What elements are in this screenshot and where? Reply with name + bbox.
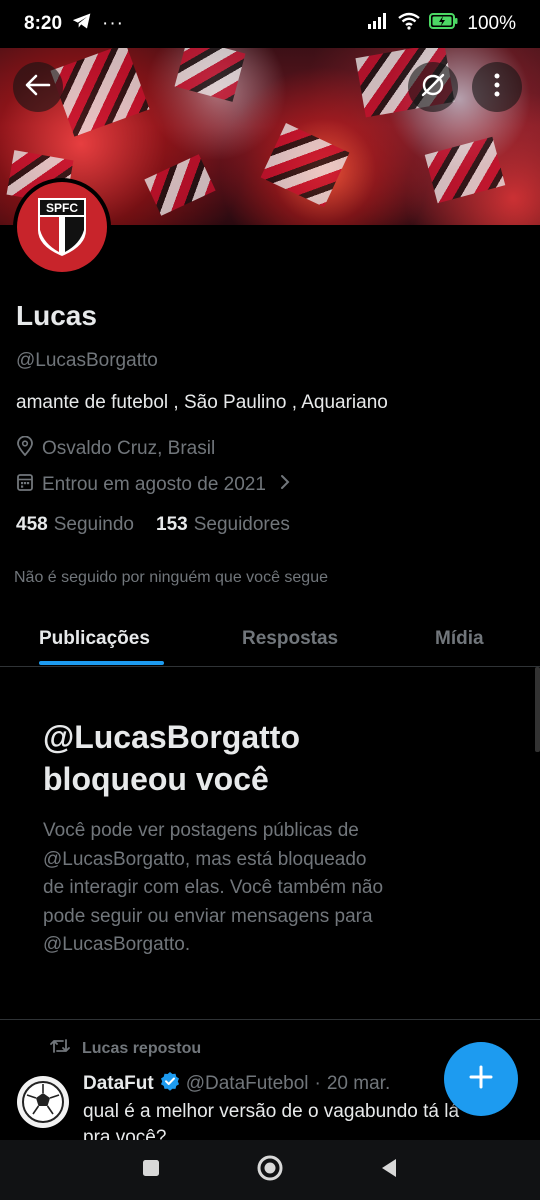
empty-set-icon [419,71,447,104]
following-link[interactable]: 458 Seguindo [16,514,134,536]
spfc-crest-icon: SPFC [38,198,86,256]
grok-button[interactable] [408,62,458,112]
avatar-crest-text: SPFC [46,201,78,215]
location-text: Osvaldo Cruz, Brasil [42,438,216,459]
profile-tabs: Publicações Respostas Mídia [0,612,540,667]
repost-context[interactable]: Lucas repostou [50,1038,201,1059]
blocked-description-line: @LucasBorgatto, mas está bloqueado [43,848,367,870]
battery-level: 100% [467,13,516,34]
verified-badge-icon [160,1071,180,1097]
home-button[interactable] [256,1154,284,1187]
not-followed-notice: Não é seguido por ninguém que você segue [14,569,328,586]
tweet-author-avatar[interactable] [17,1076,69,1128]
repost-icon [50,1038,70,1059]
tab-respostas[interactable]: Respostas [242,612,338,666]
telegram-icon [72,12,92,36]
recents-button[interactable] [141,1158,161,1183]
system-nav-bar [0,1140,540,1200]
tweet-header: DataFut @DataFutebol · 20 mar. [83,1071,390,1097]
blocked-title-line: bloqueou você [43,761,269,797]
back-button[interactable] [13,62,63,112]
followers-link[interactable]: 153 Seguidores [156,514,290,536]
chevron-right-icon [280,474,290,496]
blocked-description-line: de interagir com elas. Você também não [43,877,384,898]
blocked-title-line: @LucasBorgatto [43,719,300,755]
blocked-description: Você pode ver postagens públicas de @Luc… [43,817,463,960]
blocked-description-line: @LucasBorgatto. [43,934,191,955]
profile-avatar[interactable]: SPFC [13,178,111,276]
profile-joined[interactable]: Entrou em agosto de 2021 [16,472,290,498]
triangle-back-icon [382,1158,396,1177]
back-nav-button[interactable] [379,1157,399,1184]
more-dots-icon: ··· [102,13,125,34]
plus-icon [468,1064,494,1095]
profile-handle: @LucasBorgatto [16,350,158,371]
blocked-description-line: Você pode ver postagens públicas de [43,820,359,841]
blocked-description-line: pode seguir ou enviar mensagens para [43,905,373,927]
tweet-author-name[interactable]: DataFut [83,1073,154,1095]
tab-publicacoes[interactable]: Publicações [39,612,150,666]
profile-name: Lucas [16,300,97,331]
signal-icon [367,12,389,36]
wifi-icon [397,12,421,36]
scrollbar[interactable] [535,667,540,752]
status-bar: 8:20 ··· 100% [0,0,540,48]
follow-stats: 458 Seguindo 153 Seguidores [16,514,290,536]
tab-midia[interactable]: Mídia [435,612,484,666]
tweet-separator: · [314,1073,321,1094]
tweet-author-handle: @DataFutebol [185,1073,309,1094]
location-pin-icon [16,435,34,462]
tweet-date: 20 mar. [326,1073,391,1094]
followers-count: 153 [156,514,188,535]
profile-location: Osvaldo Cruz, Brasil [16,435,216,462]
repost-label: Lucas repostou [82,1039,202,1057]
blocked-title: @LucasBorgatto bloqueou você [43,716,503,800]
joined-text: Entrou em agosto de 2021 [42,474,266,495]
followers-label: Seguidores [193,514,290,535]
soccer-ball-icon [22,1081,64,1123]
compose-button[interactable] [444,1042,518,1116]
following-count: 458 [16,514,48,535]
square-icon [143,1159,159,1176]
battery-charging-icon [429,12,459,36]
more-options-button[interactable] [472,62,522,112]
following-label: Seguindo [53,514,134,535]
divider [0,1019,540,1020]
arrow-left-icon [25,74,51,101]
calendar-icon [16,472,34,498]
more-vertical-icon [493,72,501,103]
active-tab-indicator [39,661,164,665]
circle-icon [257,1155,283,1180]
status-time: 8:20 [24,13,63,34]
profile-bio: amante de futebol , São Paulino , Aquari… [16,392,388,413]
